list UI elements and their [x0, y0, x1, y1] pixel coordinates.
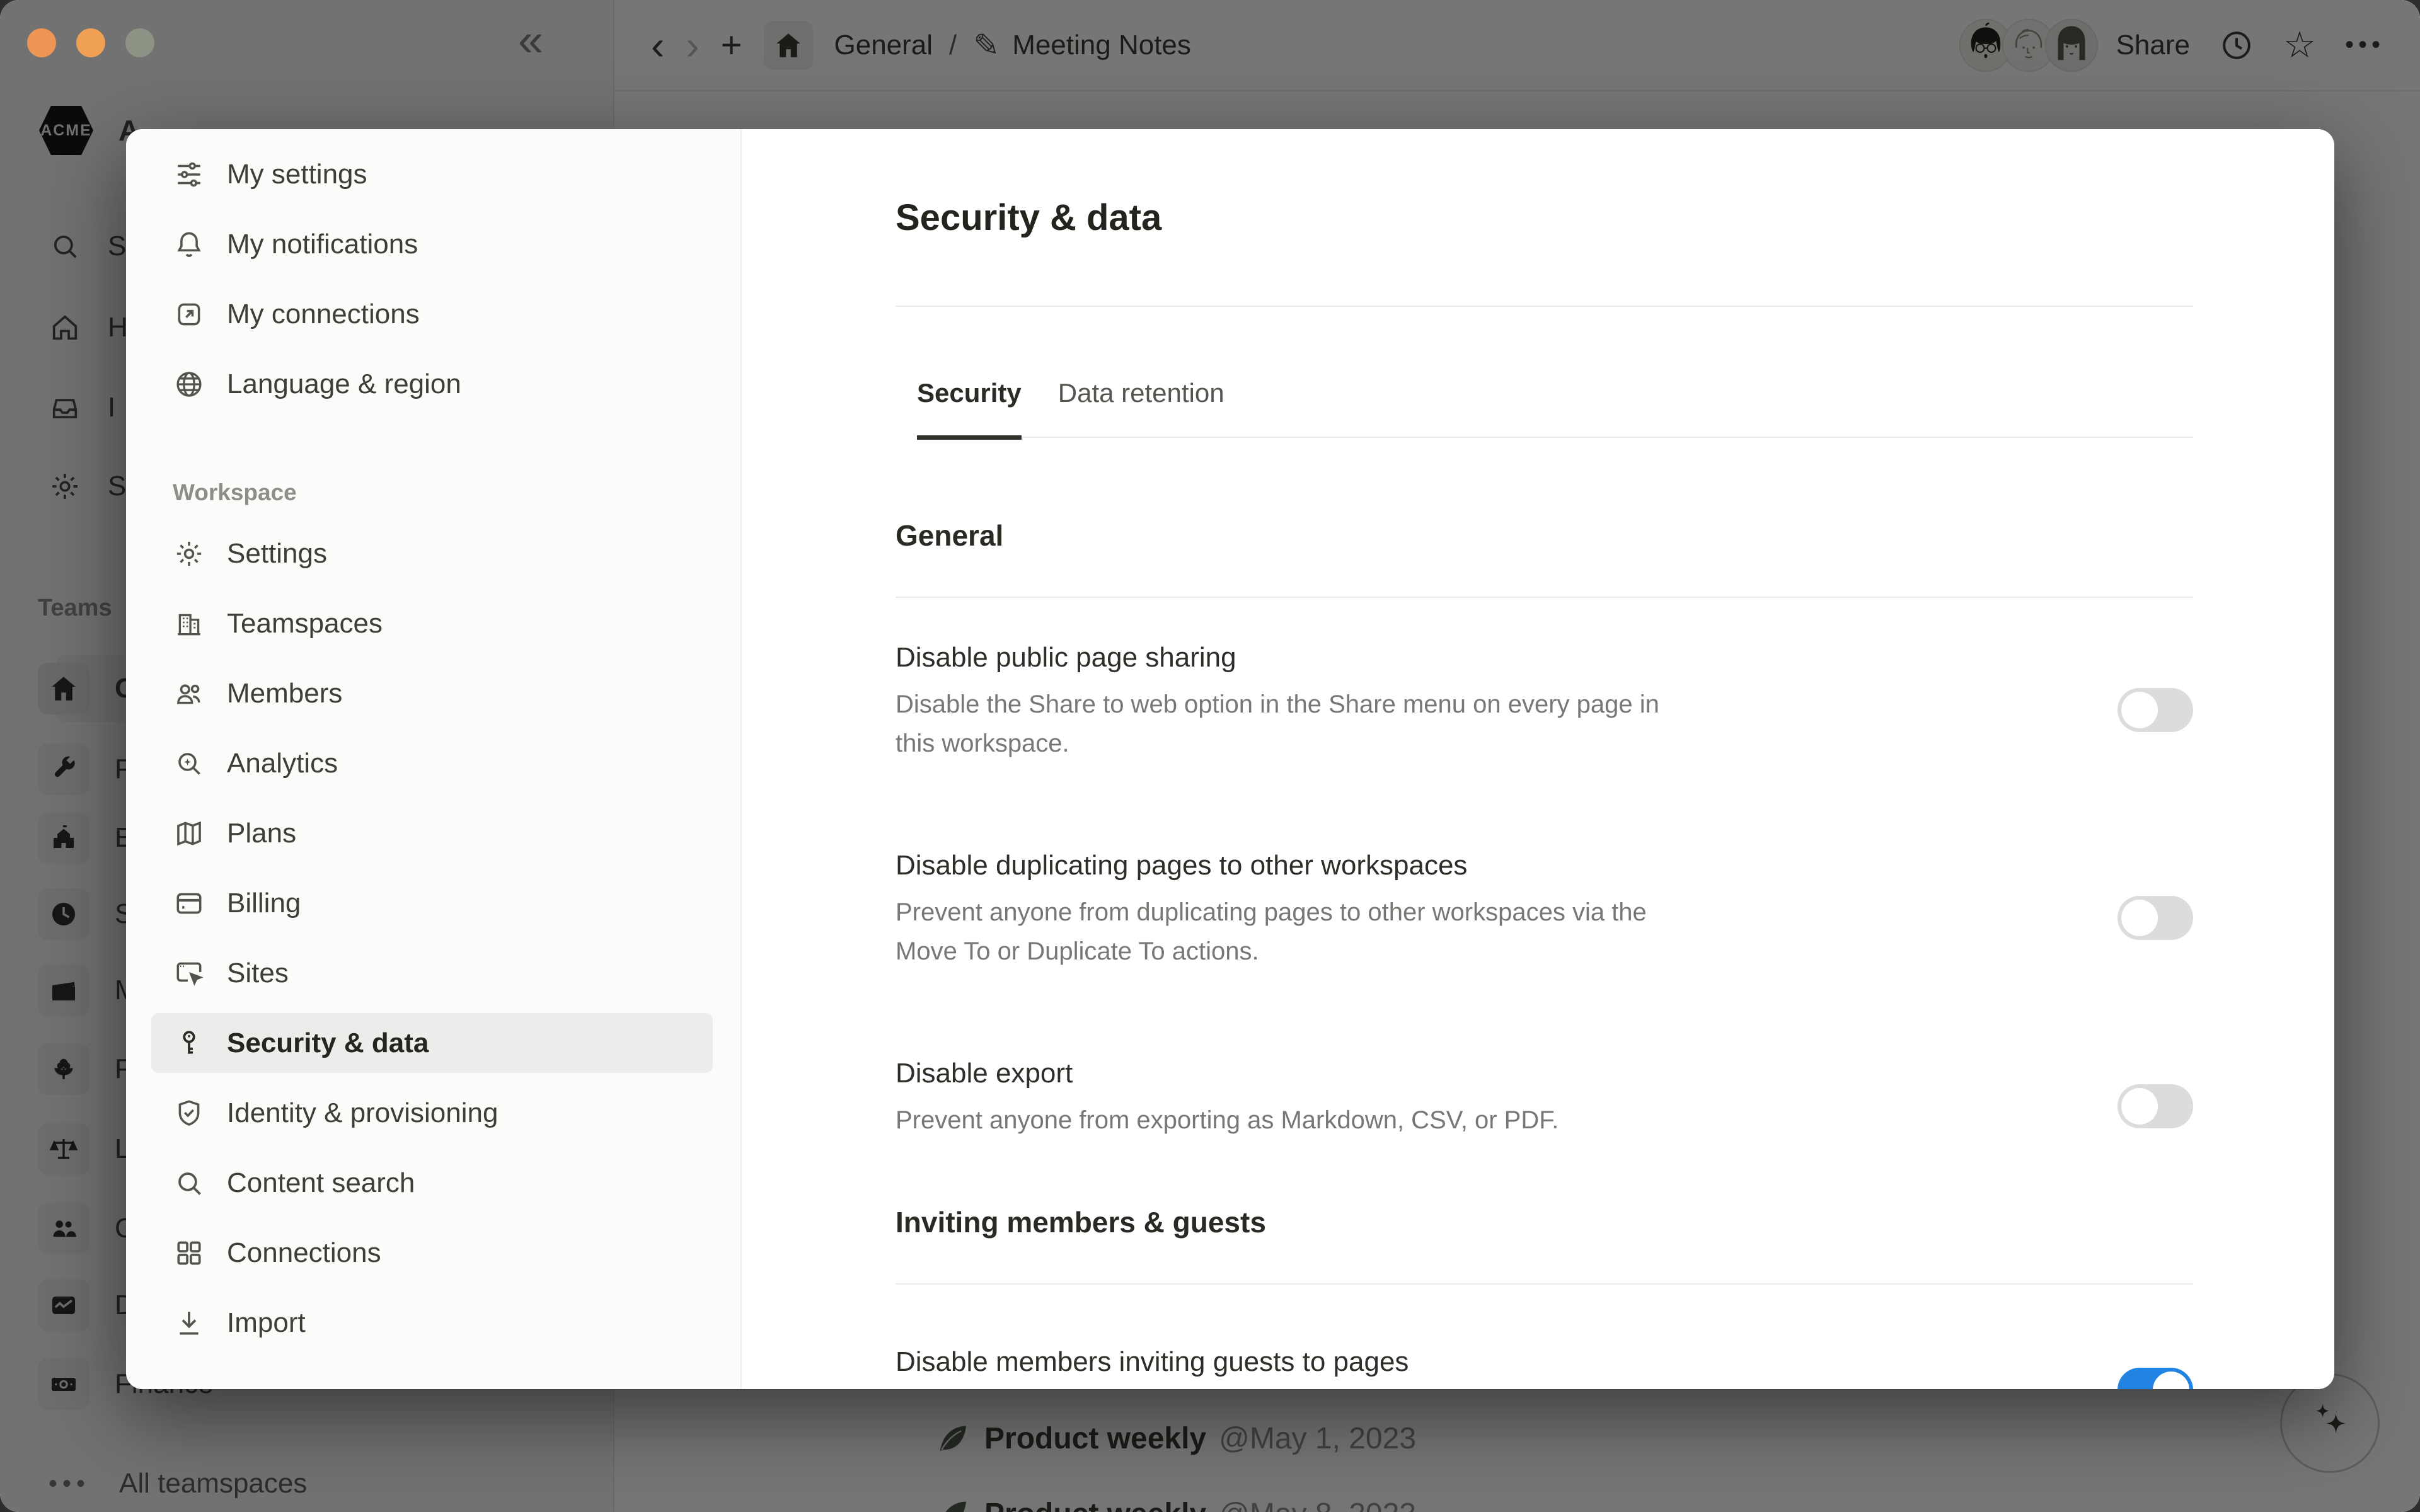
- bell-icon: [173, 228, 205, 261]
- close-window-icon[interactable]: [27, 28, 56, 57]
- settings-nav-settings[interactable]: Settings: [151, 524, 713, 583]
- settings-nav-sites[interactable]: Sites: [151, 943, 713, 1003]
- settings-nav-content-search[interactable]: Content search: [151, 1153, 713, 1213]
- key-icon: [173, 1027, 205, 1060]
- setting-description: Disable the Share to web option in the S…: [896, 685, 1677, 763]
- divider: [896, 1283, 2193, 1285]
- settings-nav-members[interactable]: Members: [151, 663, 713, 723]
- setting-title: Disable public page sharing: [896, 639, 2118, 676]
- notion-window: ACME A S H I S: [0, 0, 2420, 1512]
- toggle-invite-guests[interactable]: [2118, 1368, 2193, 1389]
- settings-nav-language-region[interactable]: Language & region: [151, 354, 713, 414]
- screenshot-stage: ACME A S H I S: [0, 0, 2420, 1512]
- settings-title: Security & data: [896, 193, 2193, 243]
- settings-nav-import[interactable]: Import: [151, 1293, 713, 1353]
- members-icon: [173, 677, 205, 710]
- settings-nav-billing[interactable]: Billing: [151, 873, 713, 933]
- setting-row-public-sharing: Disable public page sharing Disable the …: [896, 639, 2193, 763]
- settings-nav-my-connections[interactable]: My connections: [151, 284, 713, 344]
- setting-row-export: Disable export Prevent anyone from expor…: [896, 1055, 2193, 1140]
- section-heading-inviting: Inviting members & guests: [896, 1204, 2193, 1240]
- setting-title: Disable export: [896, 1055, 2118, 1092]
- settings-nav-my-notifications[interactable]: My notifications: [151, 214, 713, 274]
- tab-data-retention[interactable]: Data retention: [1058, 377, 1224, 437]
- settings-nav-connections[interactable]: Connections: [151, 1223, 713, 1283]
- settings-nav-security-data[interactable]: Security & data: [151, 1013, 713, 1073]
- section-heading-general: General: [896, 517, 2193, 554]
- shield-check-icon: [173, 1097, 205, 1130]
- setting-description: Prevent anyone from exporting as Markdow…: [896, 1101, 1677, 1140]
- search-icon: [173, 1167, 205, 1200]
- settings-nav-analytics[interactable]: Analytics: [151, 733, 713, 793]
- sliders-icon: [173, 158, 205, 191]
- map-icon: [173, 817, 205, 850]
- external-link-icon: [173, 298, 205, 331]
- toggle-export[interactable]: [2118, 1084, 2193, 1128]
- settings-nav-my-settings[interactable]: My settings: [151, 144, 713, 204]
- setting-description: Prevent anyone from duplicating pages to…: [896, 893, 1677, 971]
- toggle-duplicate-pages[interactable]: [2118, 896, 2193, 940]
- settings-nav-teamspaces[interactable]: Teamspaces: [151, 593, 713, 653]
- divider: [896, 597, 2193, 598]
- setting-title: Disable members inviting guests to pages: [896, 1344, 2118, 1380]
- credit-card-icon: [173, 887, 205, 920]
- settings-modal: My settings My notifications My connecti…: [126, 129, 2334, 1389]
- setting-row-duplicate-pages: Disable duplicating pages to other works…: [896, 847, 2193, 971]
- settings-nav-identity-provisioning[interactable]: Identity & provisioning: [151, 1083, 713, 1143]
- settings-tabs: Security Data retention: [917, 377, 2193, 438]
- gear-icon: [173, 537, 205, 570]
- browser-cursor-icon: [173, 957, 205, 990]
- import-arrow-icon: [173, 1307, 205, 1339]
- divider: [896, 306, 2193, 307]
- toggle-public-sharing[interactable]: [2118, 688, 2193, 732]
- tab-security[interactable]: Security: [917, 377, 1022, 440]
- analytics-icon: [173, 747, 205, 780]
- settings-content: Security & data Security Data retention …: [742, 129, 2334, 1389]
- globe-icon: [173, 368, 205, 401]
- setting-title: Disable duplicating pages to other works…: [896, 847, 2118, 884]
- setting-row-invite-guests: Disable members inviting guests to pages: [896, 1340, 2193, 1384]
- buildings-icon: [173, 607, 205, 640]
- settings-nav: My settings My notifications My connecti…: [126, 129, 742, 1389]
- window-controls: [27, 28, 154, 57]
- settings-nav-workspace-heading: Workspace: [173, 479, 740, 506]
- grid-icon: [173, 1237, 205, 1269]
- settings-nav-plans[interactable]: Plans: [151, 803, 713, 863]
- minimize-window-icon[interactable]: [76, 28, 105, 57]
- zoom-window-icon[interactable]: [125, 28, 154, 57]
